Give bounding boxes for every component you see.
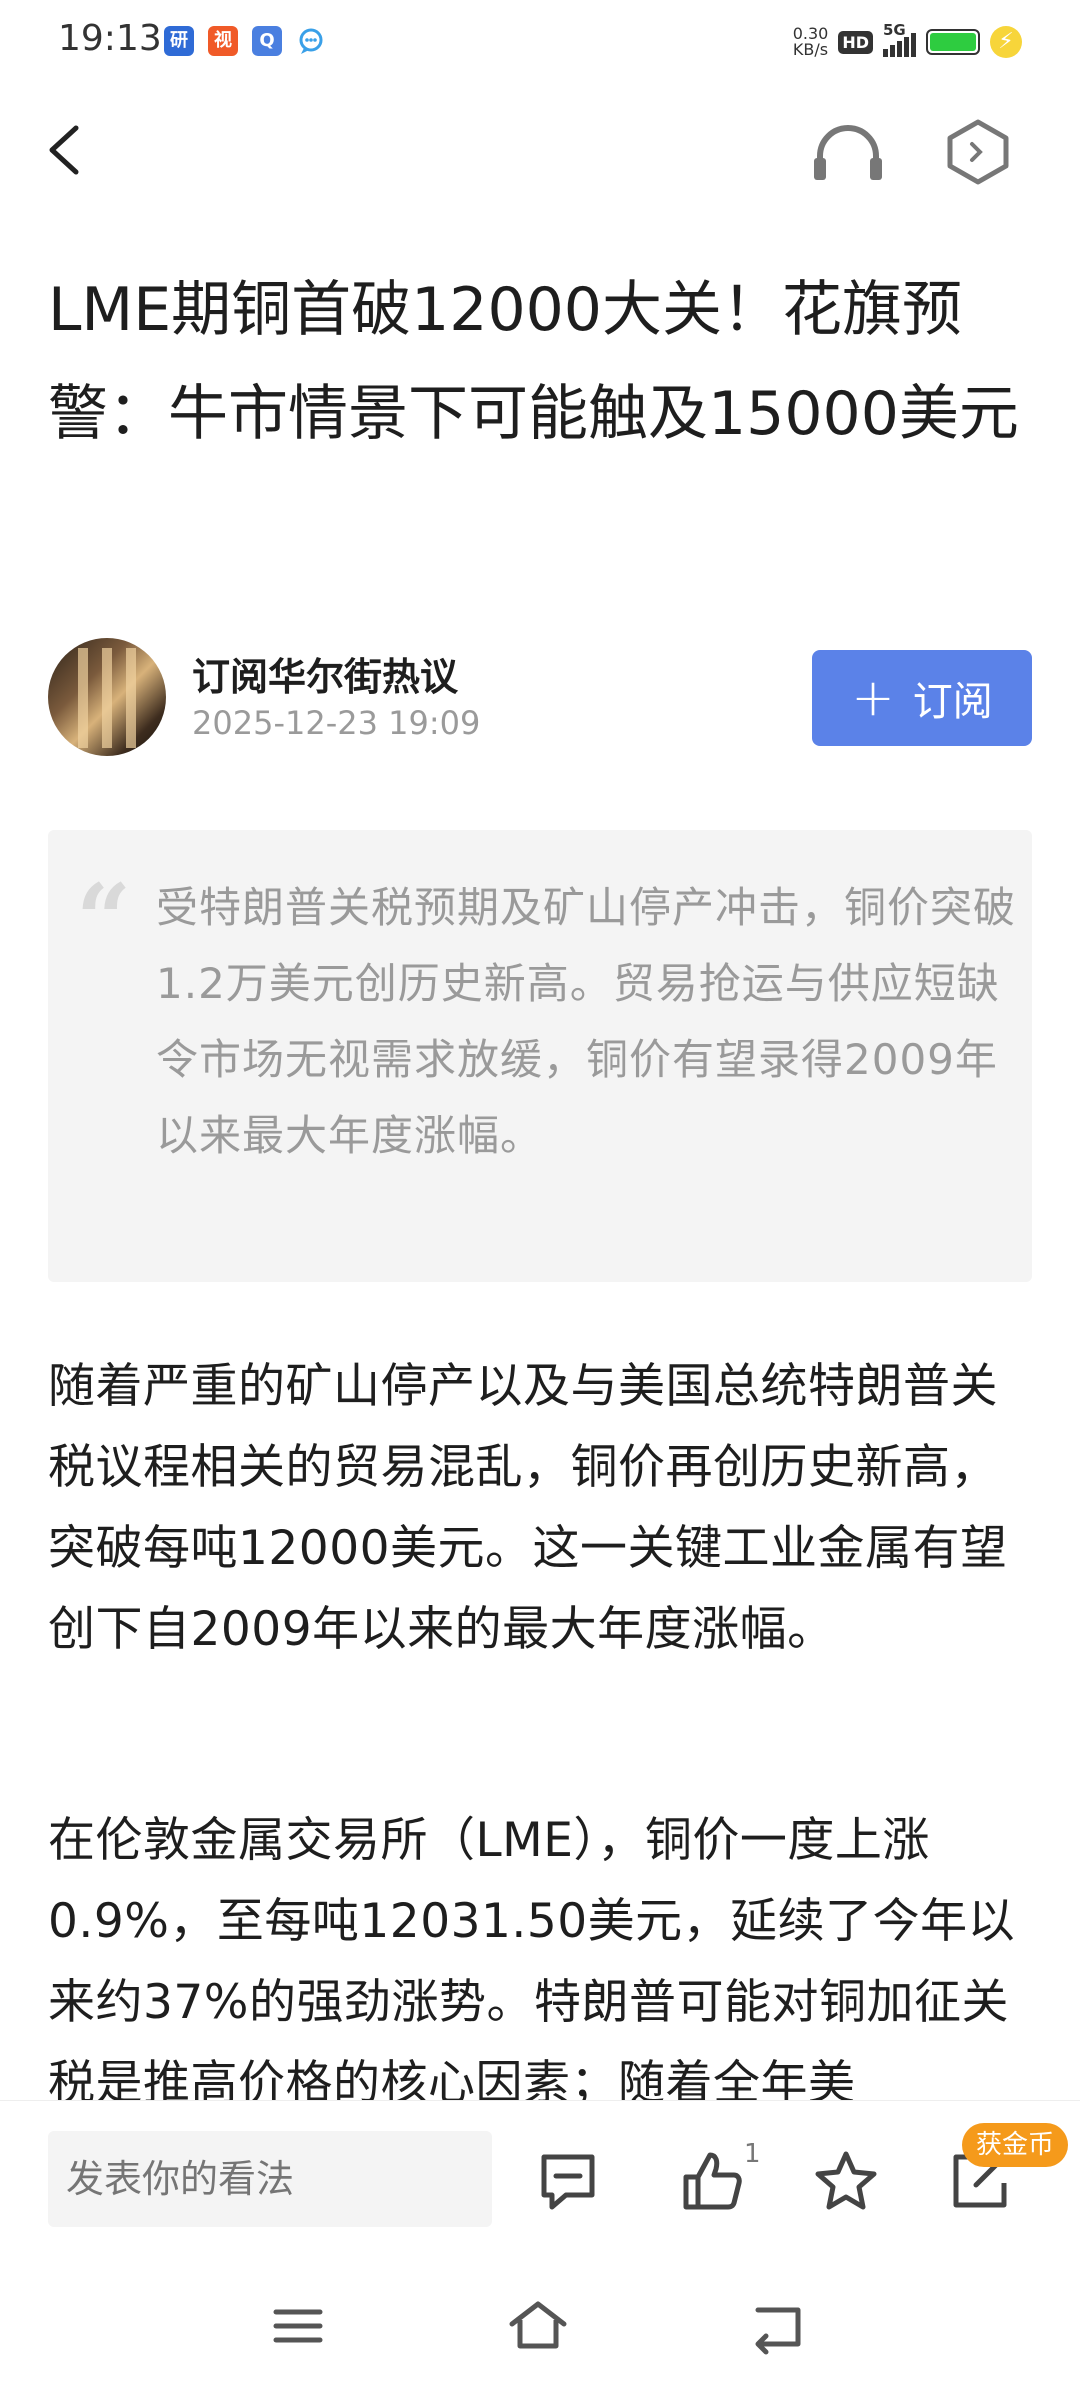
publish-time: 2025-12-23 19:09 — [192, 704, 481, 742]
hexagon-icon — [947, 119, 1009, 185]
status-indicators: 0.30 KB/s HD 5G ⚡ — [792, 21, 1022, 62]
plus-icon: + — [851, 668, 895, 728]
home-icon — [509, 2301, 567, 2349]
home-button[interactable] — [506, 2294, 570, 2358]
return-icon — [755, 2307, 801, 2355]
hd-badge: HD — [838, 30, 873, 54]
article-paragraph: 随着严重的矿山停产以及与美国总统特朗普关税议程相关的贸易混乱，铜价再创历史新高，… — [48, 1359, 1008, 1657]
comment-input[interactable] — [48, 2131, 492, 2227]
comment-icon — [541, 2154, 595, 2210]
status-bar: 19:13 研 视 Q 0.30 KB/s HD 5G ⚡ — [0, 0, 1080, 84]
charging-icon: ⚡ — [990, 26, 1022, 58]
news-app-icon: 研 — [164, 26, 194, 56]
article-summary: “ 受特朗普关税预期及矿山停产冲击，铜价突破1.2万美元创历史新高。贸易抢运与供… — [48, 830, 1032, 1282]
menu-button[interactable] — [266, 2294, 330, 2358]
bottom-action-bar: 1 获金币 — [0, 2100, 1080, 2240]
author-row: 订阅华尔街热议 2025-12-23 19:09 + 订阅 — [48, 638, 1032, 756]
network-speed: 0.30 KB/s — [792, 24, 829, 59]
back-button[interactable] — [40, 120, 100, 180]
thumbs-up-icon — [683, 2152, 742, 2210]
battery-icon — [926, 29, 980, 55]
like-button[interactable] — [680, 2149, 744, 2213]
summary-text: 受特朗普关税预期及矿山停产冲击，铜价突破1.2万美元创历史新高。贸易抢运与供应短… — [156, 883, 1017, 1160]
back-nav-button[interactable] — [746, 2294, 810, 2358]
listen-button[interactable] — [810, 118, 886, 184]
top-nav — [0, 100, 1080, 200]
article-title: LME期铜首破12000大关！花旗预警：牛市情景下可能触及15000美元 — [48, 275, 1019, 449]
author-avatar[interactable] — [48, 638, 166, 756]
author-name[interactable]: 订阅华尔街热议 — [192, 646, 458, 701]
menu-icon — [273, 2309, 323, 2343]
quote-icon: “ — [76, 863, 132, 976]
more-button[interactable] — [946, 118, 1010, 186]
like-count: 1 — [744, 2139, 761, 2169]
back-arrow-icon — [49, 125, 79, 175]
coin-reward-badge[interactable]: 获金币 — [962, 2123, 1069, 2167]
status-time: 19:13 — [58, 18, 162, 59]
browser-app-icon: Q — [252, 26, 282, 56]
signal-icon: 5G — [883, 21, 916, 57]
headphones-icon — [814, 125, 882, 180]
subscribe-label: 订阅 — [912, 679, 993, 725]
subscribe-button[interactable]: + 订阅 — [812, 650, 1032, 746]
star-icon — [815, 2151, 877, 2210]
video-app-icon: 视 — [208, 26, 238, 56]
system-nav-bar — [0, 2264, 1080, 2388]
article-paragraph: 在伦敦金属交易所（LME），铜价一度上涨0.9%，至每吨12031.50美元，延… — [48, 1813, 1016, 2111]
comment-button[interactable] — [536, 2149, 600, 2213]
favorite-button[interactable] — [814, 2149, 878, 2213]
message-app-icon — [296, 26, 326, 56]
